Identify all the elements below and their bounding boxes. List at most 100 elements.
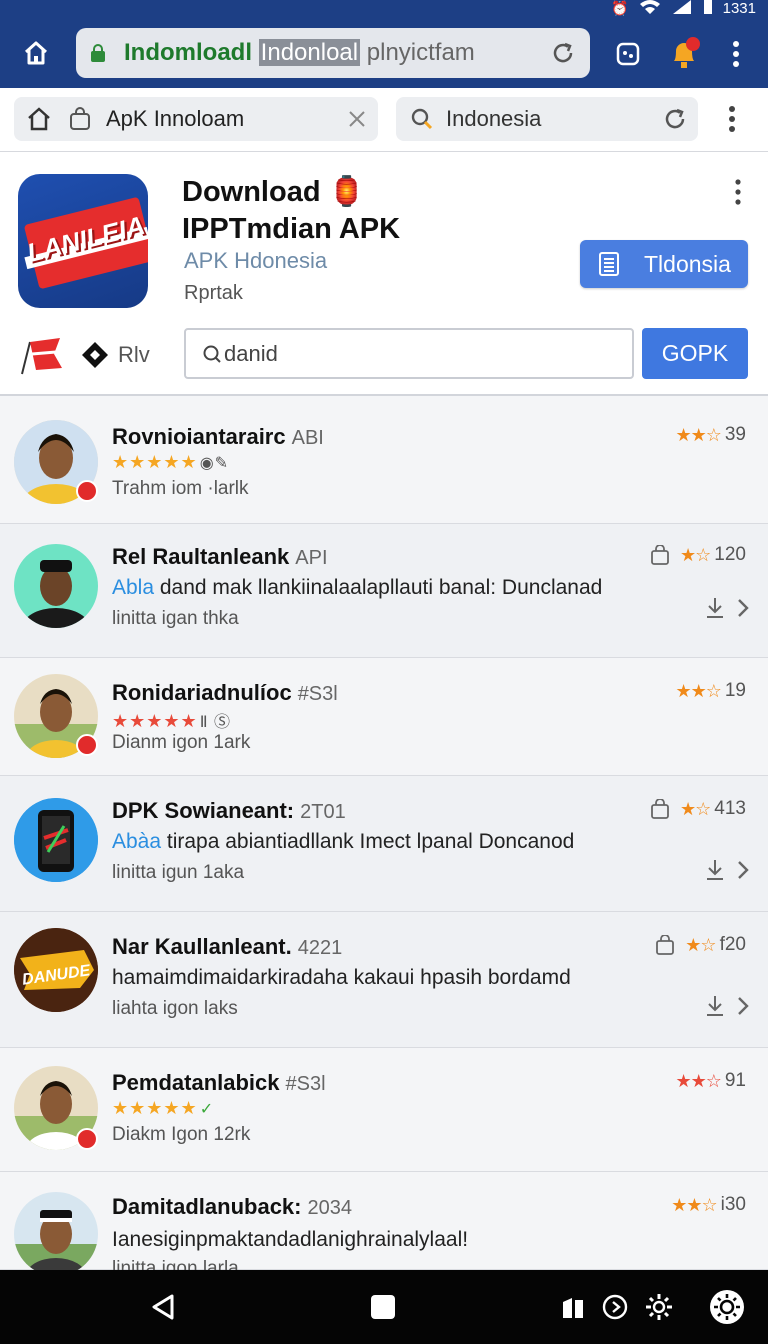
more-vert-icon <box>733 41 739 67</box>
status-bar: ⏰ 1331 <box>611 0 756 18</box>
item-description: Abàa tirapa abiantiadllank Imect lpanal … <box>112 830 575 853</box>
search-input[interactable]: danid <box>184 328 634 379</box>
reload-icon[interactable] <box>550 40 576 66</box>
item-name: Damitadlanuback: 2034 <box>112 1194 352 1219</box>
item-rating: ★☆ 120 <box>650 544 746 566</box>
item-meta: linitta igun 1aka <box>112 862 245 883</box>
item-meta: linitta igan thka <box>112 608 239 629</box>
home-icon <box>28 107 50 131</box>
item-actions <box>704 596 750 620</box>
item-actions <box>704 858 750 882</box>
status-badge <box>76 480 98 502</box>
tab-strip: ApK Innoloam Indonesia <box>0 88 768 152</box>
go-button[interactable]: GOPK <box>642 328 748 379</box>
chevron-right-icon[interactable] <box>736 596 750 620</box>
search-value: danid <box>224 340 278 366</box>
settings-button[interactable] <box>640 1288 678 1326</box>
list-item[interactable]: Pemdatanlabick #S3l ★★★★★ ✓ Diakm Igon 12r… <box>0 1048 768 1172</box>
home-nav-button[interactable] <box>364 1288 402 1326</box>
item-meta: liahta igon laks <box>112 998 238 1019</box>
item-rating: ★★☆ 91 <box>675 1070 746 1091</box>
avatar <box>14 798 98 882</box>
tab-switcher-button[interactable] <box>608 34 648 74</box>
tab-switcher-icon <box>616 42 640 66</box>
app-title: Download 🏮 IPPTmdian APK <box>182 176 401 245</box>
list-item[interactable]: Rel Raultanleank API Abla dand mak llanki… <box>0 524 768 658</box>
app-subtitle: APK Hdonesia <box>184 248 328 273</box>
item-meta: Diakm Igon 12rk <box>112 1124 251 1145</box>
document-icon <box>599 252 619 276</box>
item-meta: Dianm igon 1ark <box>112 732 251 753</box>
tab-indonesia-label: Indonesia <box>446 106 542 131</box>
url-row: Indomloadl Indonloal plnyictfam <box>0 20 768 86</box>
bag-icon <box>651 545 669 565</box>
item-name: Pemdatanlabick #S3l <box>112 1070 326 1095</box>
tab-menu-button[interactable] <box>728 106 736 137</box>
rlv-filter[interactable]: Rlv <box>80 340 150 370</box>
item-rating: ★★☆ i30 <box>671 1194 746 1215</box>
browser-toolbar: ⏰ 1331 Indomloadl Indonloal plnyictfam <box>0 0 768 88</box>
system-nav-bar <box>0 1270 768 1344</box>
status-time: 1331 <box>722 0 756 17</box>
item-stars: ★★★★★ ✓ <box>112 1098 215 1118</box>
lock-icon <box>91 44 105 62</box>
region-button[interactable]: Tldonsia <box>580 240 748 288</box>
avatar <box>14 1192 98 1276</box>
chevron-right-icon[interactable] <box>736 994 750 1018</box>
app-developer: Rprtak <box>184 282 243 304</box>
overflow-menu-button[interactable] <box>716 34 756 74</box>
avatar: DANUDE <box>14 928 98 1012</box>
tab-indonesia[interactable]: Indonesia <box>396 97 698 141</box>
app-logo: LANILEIA <box>18 174 148 308</box>
back-icon <box>152 1294 174 1320</box>
more-vert-icon <box>729 106 735 132</box>
bag-icon <box>656 935 675 955</box>
bell-icon <box>674 37 700 68</box>
item-name: Rel Raultanleank API <box>112 544 328 569</box>
list-item[interactable]: DPK Sowianeant: 2T01 Abàa tirapa abiantia… <box>0 776 768 912</box>
flag-icon[interactable] <box>16 336 68 376</box>
item-stars: ★★★★★ Ⅱ Ⓢ <box>112 711 232 731</box>
download-icon[interactable] <box>704 596 726 620</box>
list-item[interactable]: Ronidariadnulíoc #S3l ★★★★★ Ⅱ Ⓢ Dianm igon… <box>0 658 768 776</box>
item-rating: ★☆ 413 <box>650 798 746 820</box>
address-text: Indomloadl Indonloal plnyictfam <box>124 39 475 66</box>
assistant-button[interactable] <box>596 1288 634 1326</box>
chevron-right-icon[interactable] <box>736 858 750 882</box>
list-item[interactable]: Damitadlanuback: 2034 Ianesiginpmaktandad… <box>0 1172 768 1279</box>
item-name: Rovnioiantarairc ABI <box>112 424 324 449</box>
accessibility-button[interactable] <box>708 1288 746 1326</box>
status-badge <box>76 1128 98 1150</box>
diamond-icon <box>82 342 108 368</box>
recents-icon <box>563 1298 583 1318</box>
status-badge <box>76 734 98 756</box>
address-bar[interactable]: Indomloadl Indonloal plnyictfam <box>76 28 590 78</box>
region-button-label: Tldonsia <box>644 250 731 277</box>
reload-icon[interactable] <box>662 106 688 132</box>
alarm-icon: ⏰ <box>611 0 629 16</box>
item-meta: Trahm iom ·larlk <box>112 478 249 499</box>
sun-icon <box>710 1290 744 1324</box>
item-name: Ronidariadnulíoc #S3l <box>112 680 338 705</box>
rlv-label: Rlv <box>118 342 150 367</box>
recents-button[interactable] <box>554 1288 592 1326</box>
item-rating: ★★☆ 39 <box>675 424 746 445</box>
download-icon[interactable] <box>704 994 726 1018</box>
close-icon[interactable] <box>348 110 366 128</box>
bag-icon <box>651 799 669 819</box>
home-button[interactable] <box>14 31 58 75</box>
search-icon <box>203 345 221 363</box>
more-vert-icon[interactable] <box>728 178 748 208</box>
signal-icon <box>671 0 693 18</box>
gear-icon <box>646 1294 672 1320</box>
list-item[interactable]: Rovnioiantarairc ABI ★★★★★ ◉✎ Trahm iom ·l… <box>0 400 768 524</box>
list-item[interactable]: DANUDE Nar Kaullanleant. 4221 hamaimdimai… <box>0 912 768 1048</box>
app-header-card: LANILEIA Download 🏮 IPPTmdian APK APK Hd… <box>0 152 768 396</box>
tab-apk[interactable]: ApK Innoloam <box>14 97 378 141</box>
home-icon <box>24 41 48 65</box>
download-icon[interactable] <box>704 858 726 882</box>
app-screen: ⏰ 1331 Indomloadl Indonloal plnyictfam A… <box>0 0 768 1344</box>
notification-button[interactable] <box>664 34 704 74</box>
battery-icon <box>703 0 713 18</box>
back-button[interactable] <box>144 1288 182 1326</box>
